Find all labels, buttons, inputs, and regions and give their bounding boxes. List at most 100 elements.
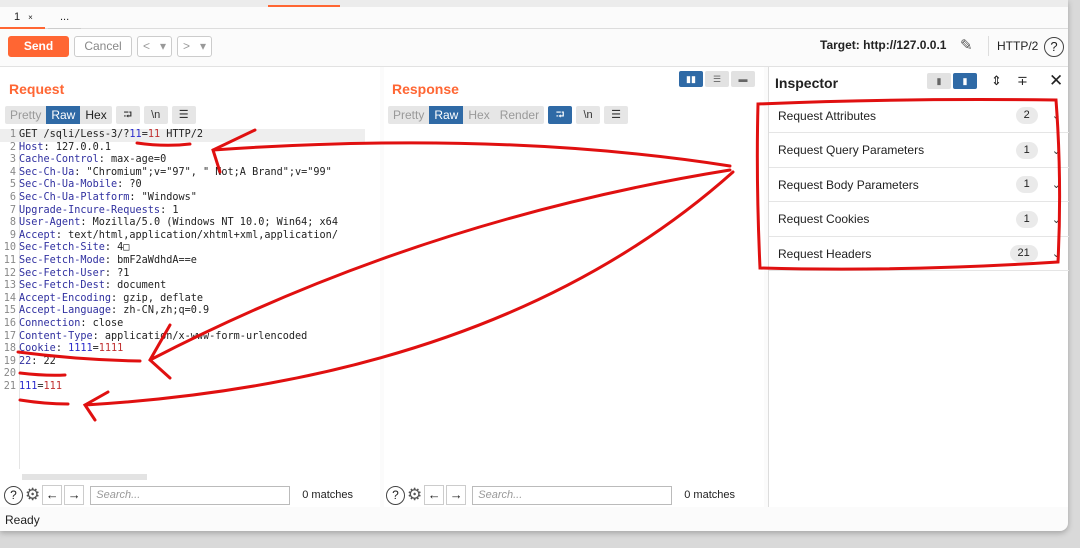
code-token: Sec-Ch-Ua-Platform	[19, 191, 130, 203]
code-line[interactable]: 3 Cache-Control: max-age=0	[0, 154, 365, 167]
help-icon[interactable]: ?	[4, 485, 23, 505]
code-line[interactable]: 9 Accept: text/html,application/xhtml+xml…	[0, 230, 365, 243]
code-line[interactable]: 13 Sec-Fetch-Dest: document	[0, 280, 365, 293]
code-line[interactable]: 21 111=111	[0, 381, 365, 394]
inspector-section[interactable]: Request Attributes 2 ⌄	[769, 99, 1069, 133]
view-pretty[interactable]: Pretty	[388, 106, 429, 124]
code-token: Cache-Control	[19, 154, 99, 166]
close-icon[interactable]: ×	[28, 13, 33, 22]
forward-button[interactable]: > ▾	[177, 36, 212, 57]
send-button[interactable]: Send	[8, 36, 69, 57]
code-line[interactable]: 16 Connection: close	[0, 318, 365, 331]
code-token: HTTP/2	[160, 129, 204, 140]
newline-toggle-icon[interactable]: \n	[143, 106, 168, 124]
line-number: 2	[9, 141, 16, 153]
chevron-down-icon[interactable]: ⌄	[1052, 144, 1061, 157]
newline-toggle-icon[interactable]: \n	[576, 106, 601, 124]
code-line[interactable]: 14 Accept-Encoding: gzip, deflate	[0, 293, 365, 306]
view-hex[interactable]: Hex	[80, 106, 111, 124]
inspector-section[interactable]: Request Cookies 1 ⌄	[769, 203, 1069, 237]
arrow-right-icon[interactable]: →	[64, 485, 85, 505]
code-line[interactable]: 7 Upgrade-Incure-Requests: 1	[0, 205, 365, 218]
tab-1[interactable]: 1 ×	[0, 7, 45, 29]
wrap-lines-icon[interactable]: ⮒	[548, 106, 573, 124]
code-line[interactable]: 2 Host: 127.0.0.1	[0, 142, 365, 155]
code-line[interactable]: 1 GET /sqli/Less-3/?11=11 HTTP/2	[0, 129, 365, 142]
code-line[interactable]: 17 Content-Type: application/x-www-form-u…	[0, 331, 365, 344]
code-token: : 127.0.0.1	[43, 141, 112, 153]
view-pretty[interactable]: Pretty	[5, 106, 46, 124]
chevron-down-icon[interactable]: ⌄	[1052, 247, 1061, 260]
inspector-section[interactable]: Request Query Parameters 1 ⌄	[769, 134, 1069, 168]
view-hex[interactable]: Hex	[463, 106, 494, 124]
section-label: Request Attributes	[778, 108, 877, 123]
dropdown-icon[interactable]: ▾	[200, 37, 206, 56]
code-token: : ?0	[117, 179, 142, 191]
code-token: 11	[129, 129, 142, 140]
code-token: Upgrade-Incure-Requests	[19, 204, 161, 216]
code-line[interactable]: 12 Sec-Fetch-User: ?1	[0, 268, 365, 281]
chevron-down-icon[interactable]: ⌄	[1052, 109, 1061, 122]
collapse-all-icon[interactable]: ∓	[1017, 73, 1028, 89]
tab-label: 1	[14, 11, 21, 23]
code-line[interactable]: 6 Sec-Ch-Ua-Platform: "Windows"	[0, 192, 365, 205]
horizontal-scrollbar[interactable]	[22, 474, 147, 480]
code-line[interactable]: 4 Sec-Ch-Ua: "Chromium";v="97", " Not;A B…	[0, 167, 365, 180]
tab-new[interactable]: ...	[48, 7, 81, 29]
help-icon[interactable]: ?	[1044, 37, 1064, 57]
layout-side-by-side-icon[interactable]: ▮▮	[679, 71, 703, 87]
code-token: 1111	[98, 343, 124, 355]
view-raw[interactable]: Raw	[46, 106, 81, 124]
wrap-lines-icon[interactable]: ⮒	[115, 106, 140, 124]
line-number: 17	[3, 330, 16, 342]
arrow-left-icon[interactable]: ←	[424, 485, 445, 505]
close-icon[interactable]: ✕	[1049, 71, 1063, 91]
protocol-label[interactable]: HTTP/2	[997, 39, 1038, 53]
line-number: 14	[3, 292, 16, 304]
main-tab-strip	[0, 0, 1068, 7]
view-render[interactable]: Render	[495, 106, 544, 124]
code-line[interactable]: 19 22: 22	[0, 356, 365, 369]
code-line[interactable]: 11 Sec-Fetch-Mode: bmF2aWdhdA==e	[0, 255, 365, 268]
inspector-section[interactable]: Request Headers 21 ⌄	[769, 237, 1069, 272]
search-input[interactable]: Search...	[90, 485, 291, 505]
code-line[interactable]: 10 Sec-Fetch-Site: 4□	[0, 242, 365, 255]
toolbar: Send Cancel < ▾ > ▾	[8, 36, 212, 58]
gear-icon[interactable]: ⚙	[407, 485, 422, 505]
back-button[interactable]: < ▾	[137, 36, 172, 57]
inspector-section[interactable]: Request Body Parameters 1 ⌄	[769, 168, 1069, 203]
search-input[interactable]: Search...	[472, 485, 673, 505]
code-token: Connection	[19, 317, 81, 329]
code-line[interactable]: 20	[0, 368, 365, 381]
request-editor[interactable]: 1 GET /sqli/Less-3/?11=11 HTTP/2 2 Host: 12…	[0, 129, 365, 393]
line-number: 10	[3, 242, 16, 254]
menu-icon[interactable]: ☰	[604, 106, 629, 124]
dock-right-icon[interactable]: ▮	[953, 73, 977, 89]
code-token: 11	[147, 129, 161, 140]
code-token: Sec-Ch-Ua-Mobile	[19, 179, 118, 191]
burp-repeater-window: 1 × ... Send Cancel < ▾ > ▾ Target: http://…	[0, 0, 1069, 531]
code-line[interactable]: 15 Accept-Language: zh-CN,zh;q=0.9	[0, 305, 365, 318]
arrow-right-icon[interactable]: →	[446, 485, 467, 505]
menu-icon[interactable]: ☰	[171, 106, 196, 124]
layout-tabs-icon[interactable]: ▬	[731, 71, 755, 87]
dock-left-icon[interactable]: ▮	[927, 73, 951, 89]
code-token: :	[55, 343, 69, 355]
view-raw[interactable]: Raw	[429, 106, 464, 124]
code-line[interactable]: 18 Cookie: 1111=1111	[0, 343, 365, 356]
gear-icon[interactable]: ⚙	[25, 485, 40, 505]
code-line[interactable]: 8 User-Agent: Mozilla/5.0 (Windows NT 10.…	[0, 217, 365, 230]
help-icon[interactable]: ?	[386, 485, 405, 505]
chevron-down-icon[interactable]: ⌄	[1052, 213, 1061, 226]
code-line[interactable]: 5 Sec-Ch-Ua-Mobile: ?0	[0, 179, 365, 192]
count-badge: 1	[1015, 210, 1038, 228]
chevron-left-icon: <	[142, 39, 150, 53]
layout-stacked-icon[interactable]: ☰	[705, 71, 729, 87]
edit-target-pencil-icon[interactable]: ✎	[960, 36, 973, 54]
chevron-down-icon[interactable]: ⌄	[1052, 178, 1061, 191]
arrow-left-icon[interactable]: ←	[42, 485, 63, 505]
expand-all-icon[interactable]: ⇕	[991, 73, 1002, 89]
dropdown-icon[interactable]: ▾	[160, 37, 166, 56]
match-count: 0 matches	[684, 489, 735, 501]
cancel-button[interactable]: Cancel	[74, 36, 132, 57]
